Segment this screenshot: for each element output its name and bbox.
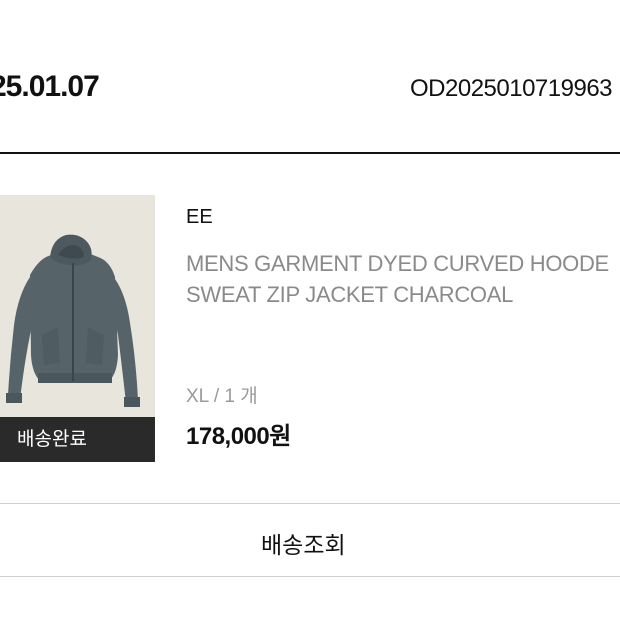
order-date: 25.01.07 (0, 70, 100, 103)
product-name[interactable]: MENS GARMENT DYED CURVED HOODE SWEAT ZIP… (186, 248, 620, 310)
product-thumbnail[interactable]: 배송완료 (0, 195, 155, 462)
track-delivery-button[interactable]: 배송조회 (0, 503, 620, 577)
product-name-line-2: SWEAT ZIP JACKET CHARCOAL (186, 282, 514, 307)
track-delivery-label: 배송조회 (261, 532, 346, 558)
product-name-line-1: MENS GARMENT DYED CURVED HOODE (186, 251, 609, 276)
order-detail-page: 25.01.07 OD2025010719963 배송완료 EE MENS GA… (0, 0, 620, 620)
product-option: XL / 1 개 (186, 386, 258, 407)
order-number: OD2025010719963 (410, 75, 613, 102)
header-divider (0, 152, 620, 154)
delivery-status-badge: 배송완료 (0, 417, 155, 462)
product-price: 178,000원 (186, 423, 291, 450)
product-brand: EE (186, 206, 213, 228)
